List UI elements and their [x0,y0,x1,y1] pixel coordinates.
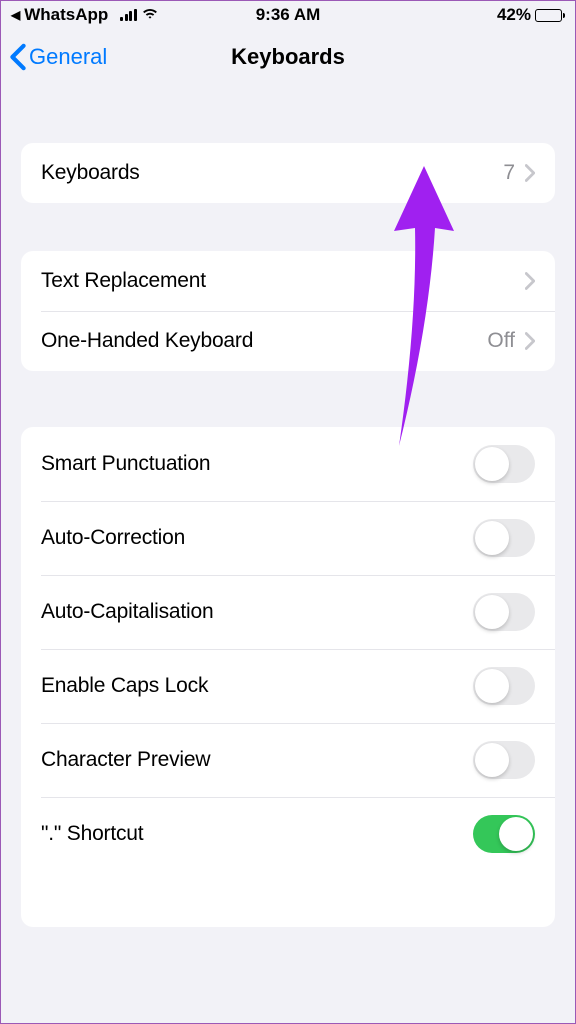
page-title: Keyboards [231,44,345,70]
cellular-signal-icon [120,9,137,21]
status-bar-right: 42% [497,5,565,25]
row-keyboards[interactable]: Keyboards 7 [21,143,555,203]
section-keyboards: Keyboards 7 [21,143,555,203]
battery-percent: 42% [497,5,531,25]
row-label: Auto-Capitalisation [41,600,213,624]
status-bar-left: ◀ WhatsApp [11,5,159,25]
row-label: Enable Caps Lock [41,674,208,698]
toggle-smart-punctuation[interactable] [473,445,535,483]
row-label: Keyboards [41,161,140,185]
section-text-options: Text Replacement One-Handed Keyboard Off [21,251,555,371]
row-one-handed-keyboard[interactable]: One-Handed Keyboard Off [21,311,555,371]
row-label: Auto-Correction [41,526,185,550]
toggle-auto-correction[interactable] [473,519,535,557]
status-bar-time: 9:36 AM [256,5,321,25]
row-smart-punctuation: Smart Punctuation [21,427,555,501]
row-enable-caps-lock: Enable Caps Lock [21,649,555,723]
nav-header: General Keyboards [1,29,575,85]
status-bar: ◀ WhatsApp 9:36 AM 42% [1,1,575,29]
toggle-enable-caps-lock[interactable] [473,667,535,705]
row-text-replacement[interactable]: Text Replacement [21,251,555,311]
row-label: Text Replacement [41,269,206,293]
wifi-icon [141,5,159,25]
toggle-character-preview[interactable] [473,741,535,779]
battery-icon [535,9,565,22]
chevron-right-icon [525,272,535,290]
back-button-label: General [29,44,107,70]
back-button[interactable]: General [9,43,107,71]
row-auto-capitalisation: Auto-Capitalisation [21,575,555,649]
chevron-right-icon [525,164,535,182]
row-label: "." Shortcut [41,822,143,846]
row-label: One-Handed Keyboard [41,329,253,353]
chevron-left-icon [9,43,27,71]
chevron-right-icon [525,332,535,350]
keyboards-count: 7 [503,161,515,185]
one-handed-value: Off [487,329,515,353]
back-to-app-icon[interactable]: ◀ [11,8,20,22]
row-period-shortcut: "." Shortcut [21,797,555,871]
toggle-auto-capitalisation[interactable] [473,593,535,631]
back-to-app-label[interactable]: WhatsApp [24,5,108,25]
row-character-preview: Character Preview [21,723,555,797]
row-label: Character Preview [41,748,210,772]
row-auto-correction: Auto-Correction [21,501,555,575]
row-label: Smart Punctuation [41,452,210,476]
section-toggles: Smart Punctuation Auto-Correction Auto-C… [21,427,555,927]
toggle-period-shortcut[interactable] [473,815,535,853]
